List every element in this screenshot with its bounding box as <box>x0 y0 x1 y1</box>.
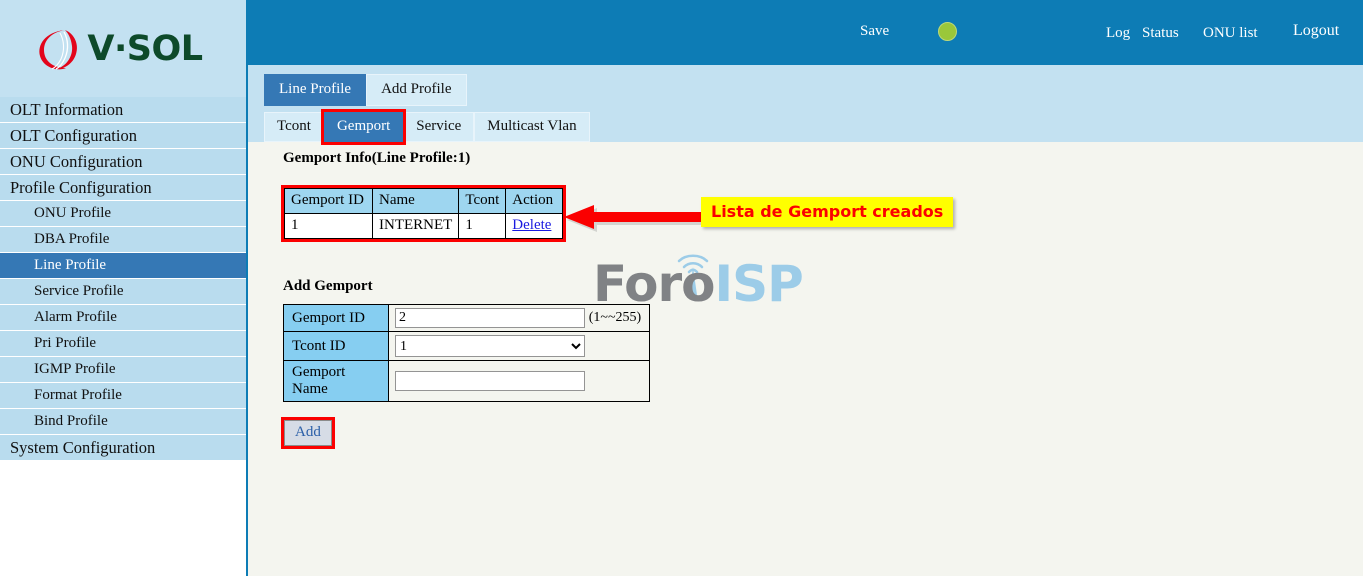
sidebar-item-igmp-profile[interactable]: IGMP Profile <box>0 357 246 382</box>
gemport-info-table-highlight: Gemport ID Name Tcont Action 1 INTERNET … <box>281 185 567 242</box>
add-gemport-title: Add Gemport <box>283 278 373 294</box>
left-arrow-annotation-icon <box>564 204 709 236</box>
sidebar-item-profile-configuration[interactable]: Profile Configuration <box>0 175 246 200</box>
watermark-part2: ISP <box>714 255 804 313</box>
brand-logo-area[interactable]: V·SOL <box>0 0 246 97</box>
brand-name: V·SOL <box>87 28 203 69</box>
tcont-id-select[interactable]: 1 <box>395 335 585 357</box>
form-row-gemport-id: Gemport ID (1~~255) <box>283 304 651 332</box>
tab-service[interactable]: Service <box>403 112 475 142</box>
value-gemport-name <box>387 360 651 402</box>
vsol-swirl-logo-icon <box>35 25 81 73</box>
sidebar-item-line-profile[interactable]: Line Profile <box>0 253 246 278</box>
annotation-label: Lista de Gemport creados <box>701 197 954 227</box>
gemport-id-hint: (1~~255) <box>588 310 642 325</box>
green-status-dot-icon <box>938 22 957 41</box>
delete-link[interactable]: Delete <box>512 217 551 233</box>
secondary-tab-row: Tcont Gemport Service Multicast Vlan <box>264 109 590 145</box>
label-gemport-id: Gemport ID <box>283 304 389 332</box>
add-button[interactable]: Add <box>284 420 332 446</box>
tab-gemport[interactable]: Gemport <box>320 109 407 145</box>
sidebar-item-pri-profile[interactable]: Pri Profile <box>0 331 246 356</box>
header-gemport-id: Gemport ID <box>284 188 373 214</box>
content-area: Gemport Info(Line Profile:1) Gemport ID … <box>248 142 1363 576</box>
primary-tab-row: Line Profile Add Profile <box>264 74 467 106</box>
top-header-bar: Save Log Status ONU list Logout <box>248 0 1363 65</box>
sidebar-item-format-profile[interactable]: Format Profile <box>0 383 246 408</box>
sidebar-item-onu-configuration[interactable]: ONU Configuration <box>0 149 246 174</box>
table-row: 1 INTERNET 1 Delete <box>284 213 564 239</box>
sidebar-item-onu-profile[interactable]: ONU Profile <box>0 201 246 226</box>
sidebar-item-alarm-profile[interactable]: Alarm Profile <box>0 305 246 330</box>
sidebar-item-dba-profile[interactable]: DBA Profile <box>0 227 246 252</box>
sidebar-item-olt-information[interactable]: OLT Information <box>0 97 246 122</box>
cell-action: Delete <box>505 213 564 239</box>
table-header-row: Gemport ID Name Tcont Action <box>284 188 564 214</box>
gemport-id-input[interactable] <box>395 308 585 328</box>
tab-add-profile[interactable]: Add Profile <box>366 74 467 106</box>
sidebar-item-olt-configuration[interactable]: OLT Configuration <box>0 123 246 148</box>
gemport-name-input[interactable] <box>395 371 585 391</box>
tab-line-profile[interactable]: Line Profile <box>264 74 367 106</box>
cell-gemport-id: 1 <box>284 213 373 239</box>
value-gemport-id: (1~~255) <box>387 304 651 332</box>
header-name: Name <box>371 188 460 214</box>
logout-link[interactable]: Logout <box>1293 22 1339 40</box>
gemport-info-title: Gemport Info(Line Profile:1) <box>283 150 471 166</box>
sidebar-item-system-configuration[interactable]: System Configuration <box>0 435 246 460</box>
label-tcont-id: Tcont ID <box>283 331 389 361</box>
sidebar-menu: OLT Information OLT Configuration ONU Co… <box>0 97 246 460</box>
sidebar: V·SOL OLT Information OLT Configuration … <box>0 0 248 576</box>
form-row-tcont-id: Tcont ID 1 <box>283 331 651 361</box>
cell-name: INTERNET <box>371 213 460 239</box>
sidebar-item-bind-profile[interactable]: Bind Profile <box>0 409 246 434</box>
add-gemport-form: Gemport ID (1~~255) Tcont ID 1 Gemport N… <box>283 304 651 402</box>
gemport-info-table: Gemport ID Name Tcont Action 1 INTERNET … <box>284 188 564 239</box>
cell-tcont: 1 <box>458 213 507 239</box>
value-tcont-id: 1 <box>387 331 651 361</box>
page-root: V·SOL OLT Information OLT Configuration … <box>0 0 1363 576</box>
add-button-highlight: Add <box>281 417 335 449</box>
sidebar-item-service-profile[interactable]: Service Profile <box>0 279 246 304</box>
tab-multicast-vlan[interactable]: Multicast Vlan <box>474 112 590 142</box>
tab-tcont[interactable]: Tcont <box>264 112 324 142</box>
header-action: Action <box>505 188 564 214</box>
header-tcont: Tcont <box>458 188 507 214</box>
log-link[interactable]: Log <box>1106 25 1130 42</box>
foroisp-watermark: ForoISP <box>593 247 804 309</box>
save-button[interactable]: Save <box>860 23 889 40</box>
onu-list-link[interactable]: ONU list <box>1203 25 1258 42</box>
tab-strip: Line Profile Add Profile Tcont Gemport S… <box>248 65 1363 145</box>
label-gemport-name: Gemport Name <box>283 360 389 402</box>
status-link[interactable]: Status <box>1142 25 1179 42</box>
form-row-gemport-name: Gemport Name <box>283 360 651 402</box>
